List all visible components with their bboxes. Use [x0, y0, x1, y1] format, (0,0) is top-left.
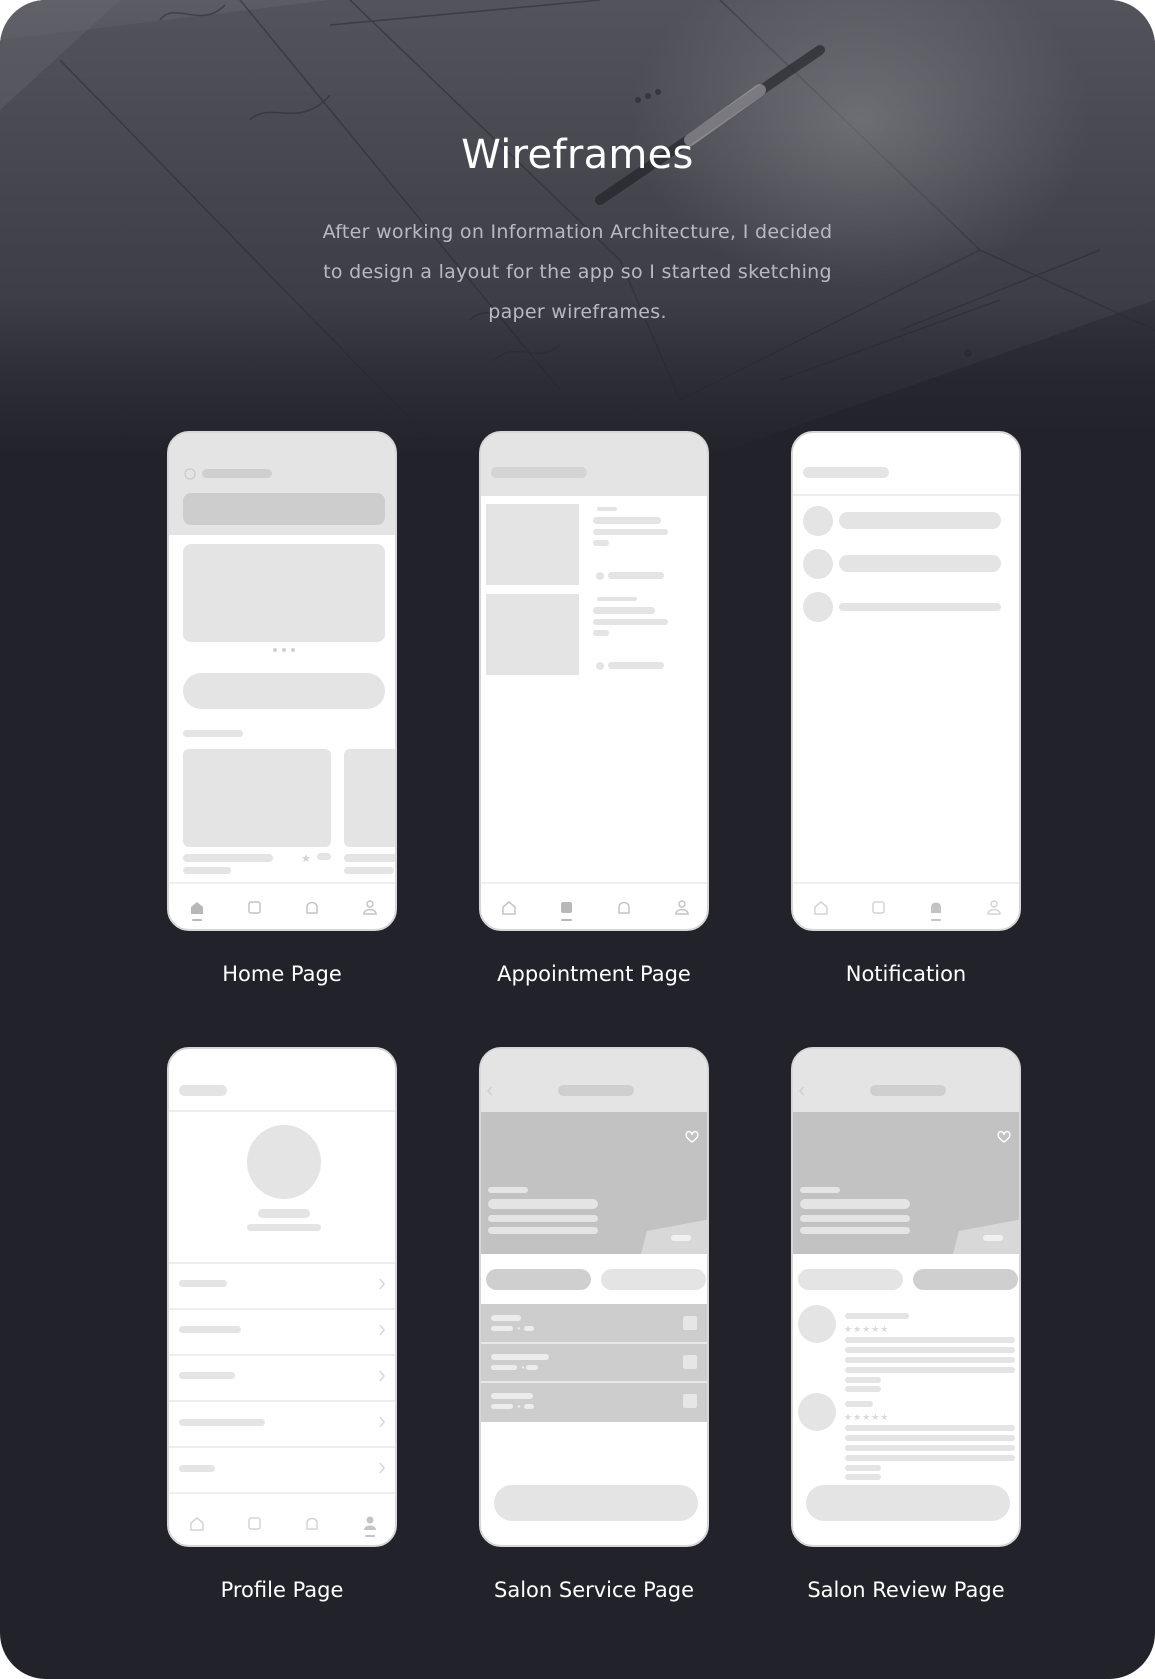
caption-notification: Notification: [845, 962, 967, 986]
section-description: After working on Information Architectur…: [322, 221, 833, 323]
phone-salon-review-wireframe: ★★★★★ ★★★★★: [791, 1047, 1021, 1547]
phone-appointment-wireframe: [479, 431, 709, 931]
phone-home-wireframe: ★: [167, 431, 397, 931]
caption-profile-page: Profile Page: [220, 1578, 344, 1602]
home-wireframe-drawing: ★: [169, 433, 395, 921]
profile-wireframe-drawing: [169, 1085, 395, 1537]
svg-text:★★★★★: ★★★★★: [844, 1413, 889, 1423]
section-title: Wireframes: [461, 132, 694, 178]
caption-salon-service-page: Salon Service Page: [494, 1578, 694, 1602]
notification-wireframe-drawing: [793, 467, 1019, 921]
phone-notification-wireframe: [791, 431, 1021, 931]
svg-text:★: ★: [301, 852, 311, 865]
wireframes-section: Wireframes After working on Information …: [0, 0, 1155, 1679]
caption-appointment-page: Appointment Page: [497, 962, 691, 986]
salon-service-wireframe-drawing: [481, 1049, 707, 1521]
phone-profile-wireframe: [167, 1047, 397, 1547]
phone-salon-service-wireframe: [479, 1047, 709, 1547]
svg-text:★★★★★: ★★★★★: [844, 1325, 889, 1335]
caption-home-page: Home Page: [222, 962, 342, 986]
salon-review-wireframe-drawing: ★★★★★ ★★★★★: [793, 1049, 1019, 1521]
caption-salon-review-page: Salon Review Page: [807, 1578, 1005, 1602]
appointment-wireframe-drawing: [481, 433, 707, 921]
